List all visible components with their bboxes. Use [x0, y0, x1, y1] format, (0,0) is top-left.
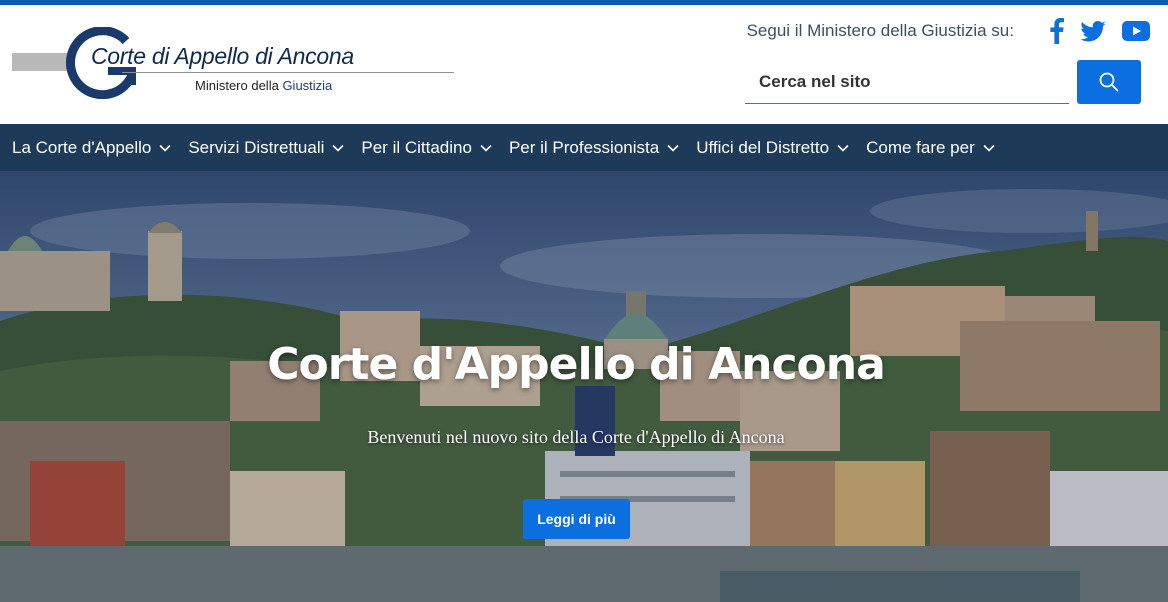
nav-item-label: La Corte d'Appello: [12, 137, 152, 157]
logo-title: Corte di Appello di Ancona: [91, 43, 354, 69]
nav-item-per-il-professionista[interactable]: Per il Professionista: [509, 138, 679, 158]
search-form: [745, 60, 1141, 104]
nav-item-per-il-cittadino[interactable]: Per il Cittadino: [361, 138, 492, 158]
nav-item-come-fare-per[interactable]: Come fare per: [866, 138, 995, 158]
search-icon: [1099, 72, 1119, 92]
nav-item-label: Uffici del Distretto: [696, 137, 830, 157]
facebook-icon[interactable]: [1050, 18, 1064, 44]
chevron-down-icon: [667, 144, 679, 152]
social-links: Segui il Ministero della Giustizia su:: [747, 17, 1150, 45]
nav-item-la-corte[interactable]: La Corte d'Appello: [12, 138, 171, 158]
chevron-down-icon: [983, 144, 995, 152]
nav-item-uffici-del-distretto[interactable]: Uffici del Distretto: [696, 138, 849, 158]
hero-tagline: Benvenuti nel nuovo sito della Corte d'A…: [367, 427, 785, 447]
chevron-down-icon: [332, 144, 344, 152]
social-label: Segui il Ministero della Giustizia su:: [746, 21, 1014, 40]
logo-subtitle-accent: Giustizia: [282, 78, 333, 93]
logo-rule: [122, 72, 454, 73]
logo-subtitle: Ministero della Giustizia: [195, 78, 332, 93]
site-logo[interactable]: Corte di Appello di Ancona Ministero del…: [12, 27, 457, 107]
chevron-down-icon: [837, 144, 849, 152]
site-header: Corte di Appello di Ancona Ministero del…: [0, 5, 1168, 124]
main-navigation: La Corte d'Appello Servizi Distrettuali …: [0, 124, 1168, 171]
read-more-button[interactable]: Leggi di più: [523, 499, 630, 539]
twitter-icon[interactable]: [1080, 20, 1106, 42]
chevron-down-icon: [480, 144, 492, 152]
youtube-icon[interactable]: [1122, 21, 1150, 41]
nav-item-label: Per il Professionista: [508, 137, 660, 157]
search-input[interactable]: [745, 60, 1069, 104]
nav-item-label: Per il Cittadino: [361, 137, 472, 157]
hero-title: Corte d'Appello di Ancona: [267, 339, 886, 390]
logo-grey-bar: [12, 53, 70, 71]
hero-banner: Corte d'Appello di Ancona Benvenuti nel …: [0, 171, 1168, 602]
logo-subtitle-prefix: Ministero della: [195, 78, 283, 93]
nav-item-label: Come fare per: [866, 137, 975, 157]
nav-item-label: Servizi Distrettuali: [188, 137, 325, 157]
chevron-down-icon: [159, 144, 171, 152]
nav-item-servizi-distrettuali[interactable]: Servizi Distrettuali: [188, 138, 344, 158]
search-button[interactable]: [1077, 60, 1141, 104]
